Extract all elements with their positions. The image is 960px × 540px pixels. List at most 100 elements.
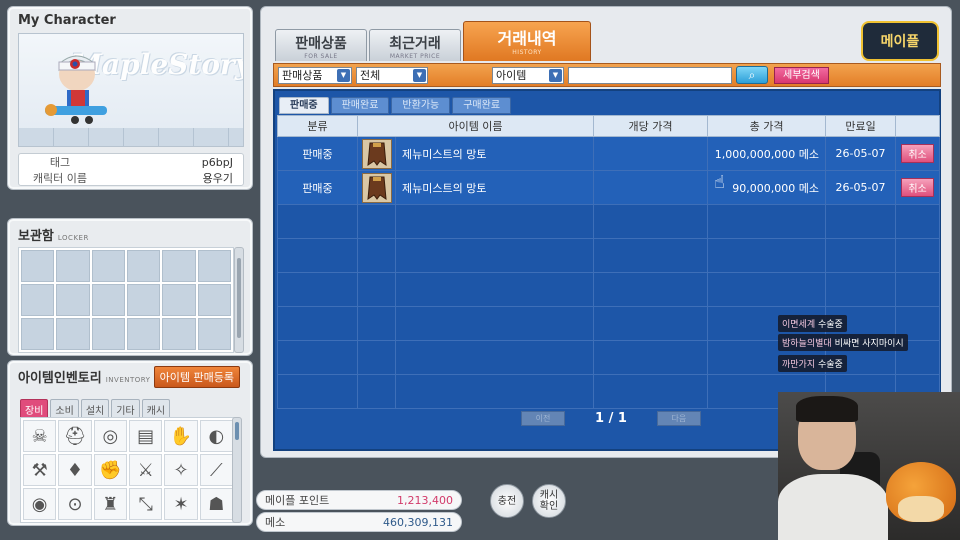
ring-item-icon[interactable]: ◉ bbox=[23, 488, 57, 520]
inventory-tab-cash[interactable]: 캐시 bbox=[141, 399, 171, 419]
locker-slot[interactable] bbox=[197, 250, 231, 282]
row-status: 판매중 bbox=[277, 136, 358, 171]
staff-item-icon[interactable]: ⟋ bbox=[199, 454, 233, 486]
locker-slot[interactable] bbox=[21, 318, 55, 350]
type-select[interactable]: 아이템 ▼ bbox=[492, 67, 564, 84]
locker-slot[interactable] bbox=[162, 318, 196, 350]
scope-select[interactable]: 전체 ▼ bbox=[356, 67, 428, 84]
locker-slot[interactable] bbox=[21, 250, 55, 282]
locker-slot[interactable] bbox=[56, 250, 90, 282]
locker-slot[interactable] bbox=[56, 318, 90, 350]
earring-item-icon[interactable]: ⊙ bbox=[58, 488, 92, 520]
character-name-value: 용우기 bbox=[202, 172, 233, 185]
armor-item-icon[interactable]: ♦ bbox=[58, 454, 92, 486]
inventory-tab-equip[interactable]: 장비 bbox=[20, 399, 49, 419]
next-page-button[interactable]: 다음 bbox=[656, 411, 701, 426]
maple-points-label: 메이플 포인트 bbox=[265, 494, 330, 507]
table-row[interactable]: 판매중 제뉴미스트의 망토 1,000,000,000 메소 26-05-07 … bbox=[277, 136, 941, 171]
character-avatar-icon bbox=[45, 55, 107, 124]
maple-points-row: 메이플 포인트 1,213,400 bbox=[256, 490, 462, 510]
tag-label: 태그 bbox=[49, 156, 71, 169]
filter-bar: 판매상품 ▼ 전체 ▼ 아이템 ▼ ⌕ 세부검색 bbox=[273, 63, 941, 87]
locker-slot[interactable] bbox=[91, 318, 125, 350]
row-item-name: 제뉴미스트의 망토 bbox=[394, 170, 595, 205]
table-row-empty bbox=[277, 204, 941, 239]
cancel-listing-button[interactable]: 취소 bbox=[901, 144, 934, 163]
card-item-icon[interactable]: ▤ bbox=[128, 420, 163, 452]
mesos-label: 메소 bbox=[265, 516, 286, 529]
sword-item-icon[interactable]: ⚔ bbox=[128, 454, 163, 486]
locker-slot[interactable] bbox=[126, 284, 161, 316]
blade-item-icon[interactable]: ✶ bbox=[164, 488, 198, 520]
locker-slot[interactable] bbox=[56, 284, 90, 316]
tab-for-sale[interactable]: 판매상품 FOR SALE bbox=[275, 29, 367, 61]
locker-slot[interactable] bbox=[126, 318, 161, 350]
target-item-icon[interactable]: ◎ bbox=[93, 420, 127, 452]
page-indicator: 1 / 1 bbox=[595, 411, 627, 426]
mask-item-icon[interactable]: ☠ bbox=[23, 420, 57, 452]
locker-slot[interactable] bbox=[126, 250, 161, 282]
ground-tiles bbox=[19, 128, 243, 146]
cash-check-label: 캐시 확인 bbox=[539, 490, 559, 512]
tag-value: p6bpJ bbox=[201, 156, 233, 169]
suit-item-icon[interactable]: ♜ bbox=[93, 488, 127, 520]
claw-item-icon[interactable]: ✧ bbox=[164, 454, 198, 486]
character-preview: MapleStory bbox=[18, 33, 244, 147]
register-item-button[interactable]: 아이템 판매등록 bbox=[153, 366, 240, 388]
shield-item-icon[interactable]: ◐ bbox=[199, 420, 233, 452]
locker-scrollbar[interactable] bbox=[234, 247, 244, 353]
locker-slot[interactable] bbox=[197, 318, 231, 350]
table-row[interactable]: 판매중 제뉴미스트의 망토 90,000,000 메소 26-05-07 취소 bbox=[277, 170, 941, 205]
locker-panel: 보관함 LOCKER bbox=[7, 218, 253, 356]
history-sub-tabs: 판매중 판매완료 반환가능 구매완료 bbox=[279, 97, 512, 114]
subtab-purchased[interactable]: 구매완료 bbox=[452, 97, 512, 114]
hand-cursor-icon: ☝ bbox=[714, 172, 725, 193]
webcam-overlay bbox=[778, 392, 960, 540]
row-action: 취소 bbox=[895, 136, 941, 171]
name-row: 캐릭터 이름 용우기 bbox=[19, 170, 243, 186]
inventory-subtitle: INVENTORY bbox=[105, 376, 151, 384]
tab-market-price[interactable]: 최근거래 MARKET PRICE bbox=[369, 29, 461, 61]
subtab-selling[interactable]: 판매중 bbox=[279, 97, 329, 114]
locker-slot[interactable] bbox=[162, 284, 196, 316]
chat-message: 까만가지 수술중 bbox=[778, 355, 847, 372]
pagination: 이전 1 / 1 다음 bbox=[521, 411, 701, 426]
hammer-item-icon[interactable]: ⚒ bbox=[23, 454, 57, 486]
locker-slot[interactable] bbox=[21, 284, 55, 316]
locker-slot[interactable] bbox=[91, 284, 125, 316]
cash-check-button[interactable]: 캐시 확인 bbox=[532, 484, 566, 518]
search-input[interactable] bbox=[568, 67, 732, 84]
spear-item-icon[interactable]: ⤡ bbox=[128, 488, 163, 520]
gloves-item-icon[interactable]: ✋ bbox=[164, 420, 198, 452]
inventory-scrollbar[interactable] bbox=[232, 417, 242, 523]
cancel-listing-button[interactable]: 취소 bbox=[901, 178, 934, 197]
glove-item-icon[interactable]: ✊ bbox=[93, 454, 127, 486]
inventory-tab-use[interactable]: 소비 bbox=[50, 399, 79, 419]
charge-button[interactable]: 충전 bbox=[490, 484, 524, 518]
locker-slot[interactable] bbox=[91, 250, 125, 282]
helmet-item-icon[interactable]: ☗ bbox=[199, 488, 233, 520]
character-panel: My Character MapleStory 태그 p6bpJ 캐릭터 이름 … bbox=[7, 6, 253, 190]
row-action: 취소 bbox=[895, 170, 941, 205]
header-item-name: 아이템 이름 bbox=[356, 115, 595, 137]
detail-search-button[interactable]: 세부검색 bbox=[774, 67, 829, 84]
locker-slot[interactable] bbox=[162, 250, 196, 282]
category-select[interactable]: 판매상품 ▼ bbox=[278, 67, 352, 84]
locker-slot[interactable] bbox=[197, 284, 231, 316]
auction-window: 판매상품 FOR SALE 최근거래 MARKET PRICE 거래내역 HISTOR… bbox=[260, 6, 952, 458]
inventory-tab-setup[interactable]: 설치 bbox=[80, 399, 110, 419]
mesos-row: 메소 460,309,131 bbox=[256, 512, 462, 532]
person-hair bbox=[796, 396, 858, 422]
character-name-label: 캐릭터 이름 bbox=[32, 172, 88, 185]
chevron-down-icon: ▼ bbox=[413, 69, 426, 82]
subtab-sold[interactable]: 판매완료 bbox=[330, 97, 390, 114]
subtab-returnable[interactable]: 반환가능 bbox=[391, 97, 451, 114]
prev-page-button[interactable]: 이전 bbox=[521, 411, 565, 426]
search-button[interactable]: ⌕ bbox=[736, 66, 768, 84]
row-unit-price bbox=[593, 136, 709, 171]
row-expiry: 26-05-07 bbox=[825, 136, 897, 171]
row-status: 판매중 bbox=[277, 170, 358, 205]
hat-item-icon[interactable]: ⛑ bbox=[58, 420, 92, 452]
tab-history[interactable]: 거래내역 HISTORY bbox=[463, 21, 591, 61]
inventory-tab-etc[interactable]: 기타 bbox=[111, 399, 140, 419]
